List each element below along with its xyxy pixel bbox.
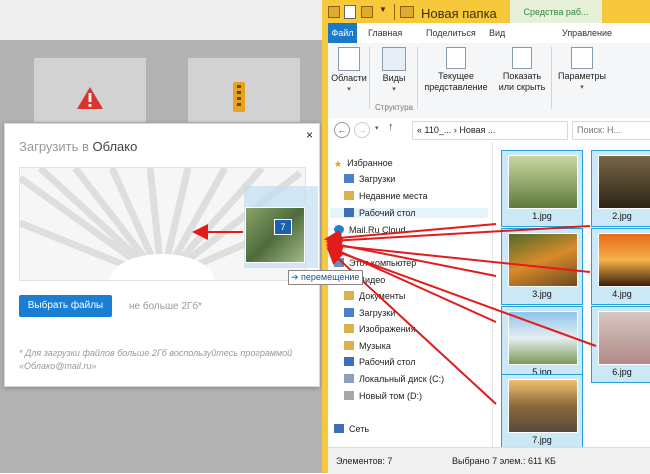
annotation-arrows	[192, 223, 597, 405]
arrow-from-2jpg	[326, 225, 591, 249]
move-tooltip: ➔ перемещение	[288, 270, 364, 285]
move-tooltip-label: перемещение	[301, 272, 360, 282]
arrow-from-6jpg	[326, 245, 597, 347]
move-arrow-icon: ➔	[291, 272, 302, 282]
